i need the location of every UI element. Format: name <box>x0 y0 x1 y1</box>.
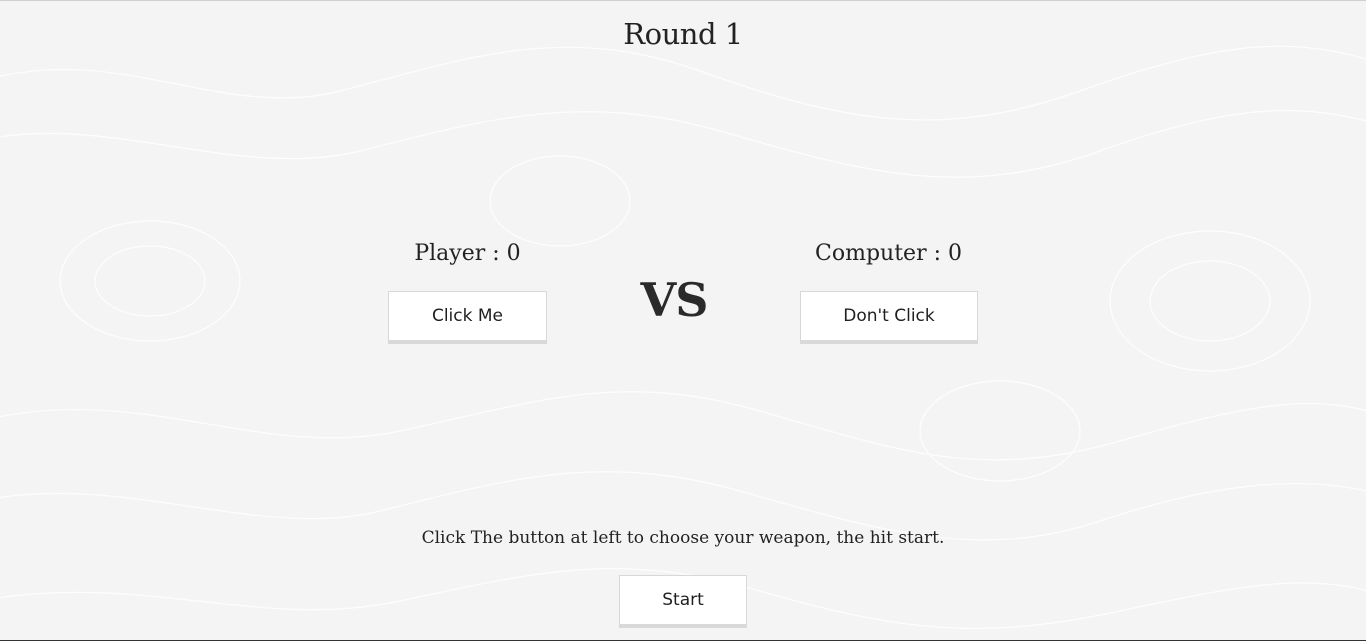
player-score: Player : 0 <box>414 241 521 266</box>
start-button[interactable]: Start <box>619 575 747 628</box>
computer-score: Computer : 0 <box>815 241 962 266</box>
player-weapon-button[interactable]: Click Me <box>388 291 547 344</box>
round-title: Round 1 <box>623 17 743 51</box>
versus-label: VS <box>640 273 709 327</box>
computer-weapon-button[interactable]: Don't Click <box>800 291 978 344</box>
instruction-text: Click The button at left to choose your … <box>421 528 945 548</box>
